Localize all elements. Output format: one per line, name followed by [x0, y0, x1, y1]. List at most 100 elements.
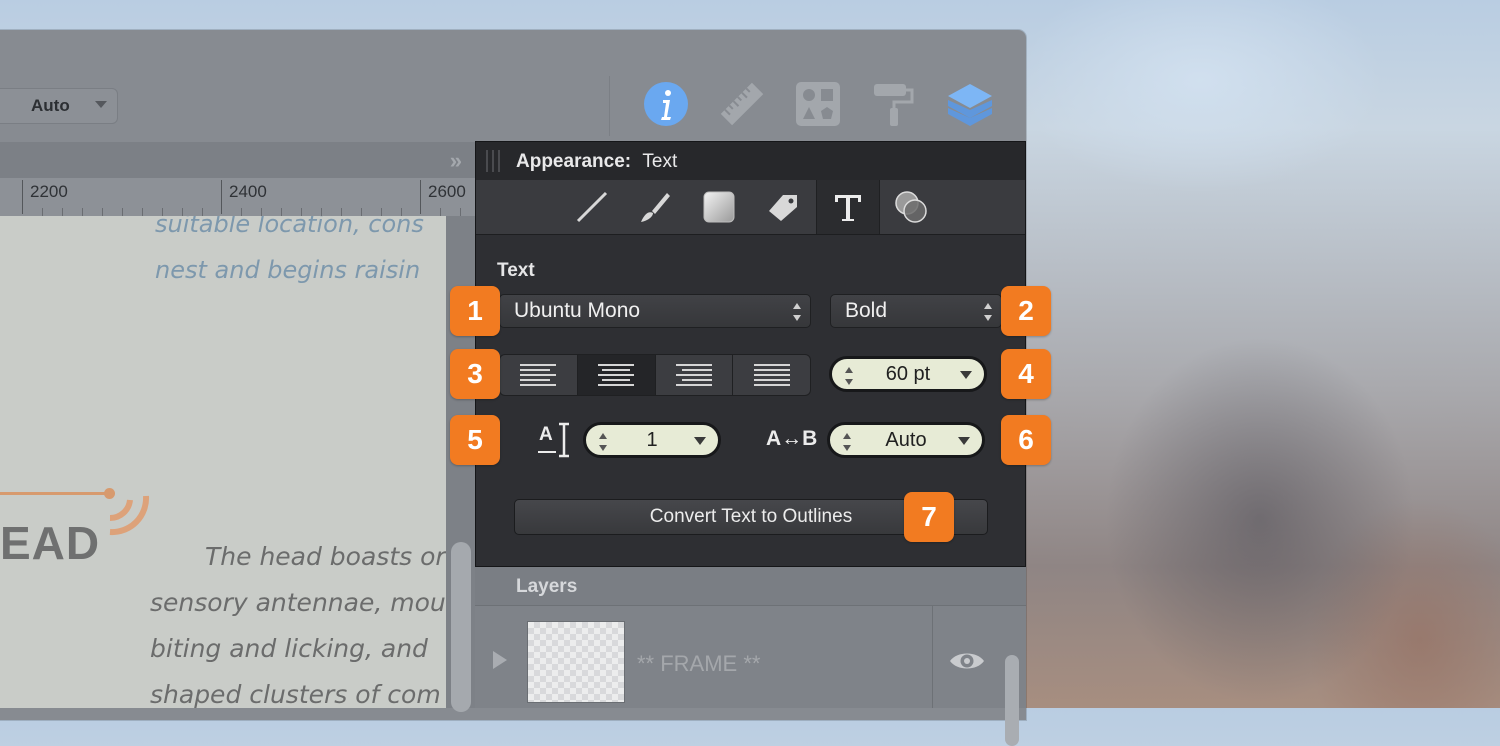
panel-title: Appearance: Text: [516, 151, 677, 173]
canvas-text-line: shaped clusters of com: [150, 680, 441, 708]
ruler-minor-tick: [341, 208, 342, 216]
tracking-stepper[interactable]: Auto: [827, 422, 985, 458]
layer-name: ** FRAME **: [637, 651, 761, 676]
line-height-label: A: [539, 424, 553, 445]
callout-badge: 7: [904, 492, 954, 542]
layer-row[interactable]: ** FRAME **: [475, 605, 1026, 746]
stroke-icon[interactable]: [561, 180, 623, 234]
font-style-value: Bold: [845, 299, 888, 322]
layers-title: Layers: [516, 576, 578, 597]
ruler-minor-tick: [142, 208, 143, 216]
layers-scrollbar-thumb[interactable]: [1005, 655, 1019, 746]
paint-roller-icon[interactable]: [870, 80, 918, 128]
up-down-arrows-icon[interactable]: [598, 431, 608, 453]
signal-arcs-icon: [109, 495, 150, 536]
chevron-down-icon[interactable]: [960, 371, 972, 379]
align-center-icon[interactable]: [577, 355, 656, 395]
ruler-minor-tick: [381, 208, 382, 216]
callout-badge: 2: [1001, 286, 1051, 336]
canvas-scrollbar-thumb[interactable]: [451, 542, 471, 712]
up-down-arrows-icon[interactable]: [844, 365, 854, 387]
effects-icon[interactable]: [880, 180, 942, 234]
line-height-stepper[interactable]: 1: [583, 422, 721, 458]
ruler-minor-tick: [281, 208, 282, 216]
up-down-arrows-icon: [984, 303, 992, 321]
eye-icon[interactable]: [949, 649, 985, 673]
ruler-minor-tick: [301, 208, 302, 216]
text-icon[interactable]: [816, 180, 880, 234]
layers-header: Layers: [475, 567, 1026, 606]
ruler-icon[interactable]: [718, 80, 766, 128]
up-down-arrows-icon: [793, 303, 801, 321]
panel-title-prefix: Appearance:: [516, 151, 632, 172]
text-alignment-group: [499, 354, 811, 396]
font-style-select[interactable]: Bold: [830, 294, 1002, 328]
callout-badge: 3: [450, 349, 500, 399]
brush-icon[interactable]: [624, 180, 686, 234]
layers-panel: Layers ** FRAME **: [475, 567, 1026, 746]
font-size-value: 60 pt: [885, 362, 931, 385]
panel-title-value: Text: [642, 151, 678, 172]
ruler-major-tick: [221, 180, 222, 214]
zoom-value: Auto: [31, 96, 70, 115]
chevron-down-icon: [95, 101, 107, 108]
line-height-value: 1: [646, 428, 658, 451]
ruler-minor-tick: [321, 208, 322, 216]
layer-thumbnail: [527, 621, 625, 703]
eraser-icon[interactable]: [752, 180, 814, 234]
section-label-text: Text: [497, 260, 535, 281]
layers-icon[interactable]: [946, 80, 994, 128]
zoom-select[interactable]: Auto: [0, 88, 118, 124]
callout-badge: 4: [1001, 349, 1051, 399]
callout-badge: 1: [450, 286, 500, 336]
ruler-minor-tick: [162, 208, 163, 216]
callout-badge: 5: [450, 415, 500, 465]
fill-icon[interactable]: [688, 180, 750, 234]
align-right-icon[interactable]: [656, 355, 734, 395]
ruler-minor-tick: [182, 208, 183, 216]
font-family-select[interactable]: Ubuntu Mono: [499, 294, 811, 328]
document-canvas[interactable]: suitable location, cons nest and begins …: [0, 216, 446, 708]
appearance-type-tabs: [476, 180, 1025, 235]
ruler-minor-tick: [82, 208, 83, 216]
canvas-text-line: nest and begins raisin: [155, 256, 421, 284]
drag-handle-icon[interactable]: [486, 150, 502, 172]
canvas-text-line: suitable location, cons: [155, 216, 424, 238]
panel-header: Appearance: Text: [476, 142, 1025, 181]
ruler-minor-tick: [460, 208, 461, 216]
desktop-background: [1000, 0, 1500, 708]
font-family-value: Ubuntu Mono: [514, 299, 641, 322]
ruler-minor-tick: [102, 208, 103, 216]
ruler-minor-tick: [202, 208, 203, 216]
ruler-label: 2200: [30, 182, 68, 201]
font-size-stepper[interactable]: 60 pt: [829, 356, 987, 392]
align-left-icon[interactable]: [500, 355, 578, 395]
ruler-label: 2400: [229, 182, 267, 201]
tracking-value: Auto: [885, 428, 927, 451]
disclosure-triangle-icon[interactable]: [493, 651, 507, 669]
up-down-arrows-icon[interactable]: [842, 431, 852, 453]
callout-badge: 6: [1001, 415, 1051, 465]
chevron-down-icon[interactable]: [958, 437, 970, 445]
canvas-text-line: The head boasts or: [205, 542, 446, 571]
canvas-text-line: biting and licking, and: [150, 634, 428, 663]
ruler-minor-tick: [261, 208, 262, 216]
canvas-text-line: sensory antennae, mou: [150, 588, 446, 617]
horizontal-ruler: 2200 2400 2600: [0, 178, 476, 216]
double-chevron-right-icon[interactable]: »: [450, 148, 462, 174]
ruler-major-tick: [22, 180, 23, 214]
tracking-label: A↔B: [766, 427, 818, 450]
ruler-minor-tick: [361, 208, 362, 216]
document-tab-strip: »: [0, 142, 476, 179]
ruler-minor-tick: [241, 208, 242, 216]
ruler-minor-tick: [440, 208, 441, 216]
align-justify-icon[interactable]: [733, 355, 810, 395]
callout-line: [0, 492, 108, 495]
chevron-down-icon[interactable]: [694, 437, 706, 445]
info-icon[interactable]: [642, 80, 690, 128]
ruler-major-tick: [420, 180, 421, 214]
toolbar-divider: [609, 76, 610, 136]
shapes-icon[interactable]: [794, 80, 842, 128]
ruler-label: 2600: [428, 182, 466, 201]
layer-divider: [932, 605, 933, 708]
